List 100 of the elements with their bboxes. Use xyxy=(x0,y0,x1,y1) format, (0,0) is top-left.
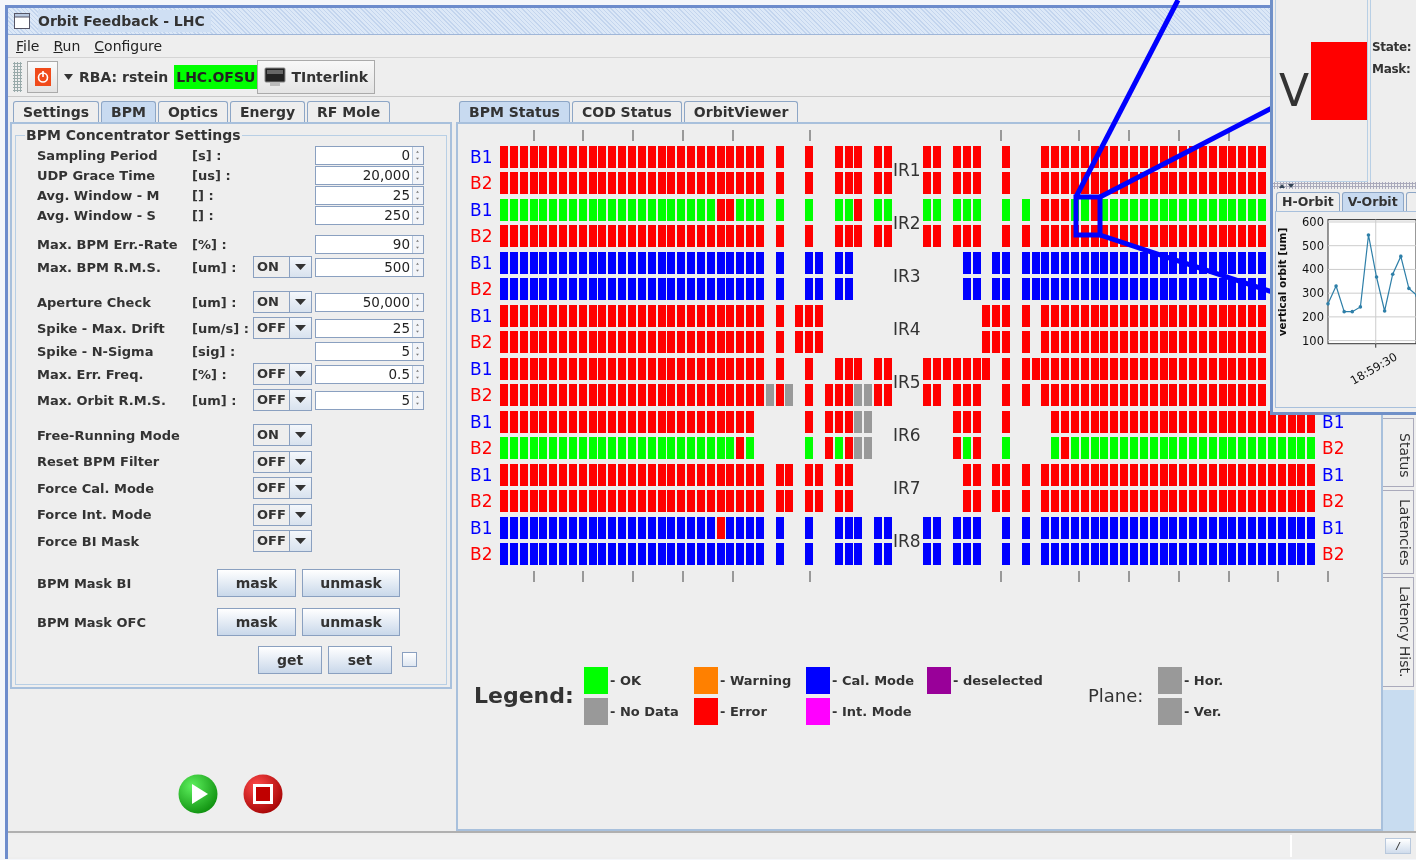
dropdown[interactable]: OFF xyxy=(253,389,312,411)
setting-label: Max. BPM Err.-Rate xyxy=(37,236,179,252)
tab[interactable]: Settings xyxy=(13,101,100,122)
dropdown[interactable]: OFF xyxy=(253,530,312,553)
beam-label: B2 xyxy=(470,384,494,406)
legend-label: - OK xyxy=(610,672,642,688)
setting-label: Aperture Check xyxy=(37,294,152,310)
tick-label: 100 xyxy=(1302,333,1324,348)
dropdown[interactable]: OFF xyxy=(253,363,312,385)
tab[interactable]: BPM Status xyxy=(459,101,570,122)
setting-label: Sampling Period xyxy=(37,147,159,163)
action-button[interactable]: set xyxy=(328,645,392,674)
data-point xyxy=(1390,272,1395,276)
unit-label: [um/s] : xyxy=(192,320,250,336)
setting-label: UDP Grace Time xyxy=(37,167,156,183)
data-point xyxy=(1334,284,1338,288)
mask-button[interactable]: unmask xyxy=(302,569,400,597)
unit-label: [%] : xyxy=(192,236,228,252)
number-spinner[interactable]: 5 xyxy=(315,390,424,410)
menu-item[interactable]: File xyxy=(16,38,40,54)
highlight-outline xyxy=(1073,194,1103,238)
tab[interactable] xyxy=(1405,192,1416,211)
setting-label: BPM Mask OFC xyxy=(37,614,147,630)
dropdown[interactable]: OFF xyxy=(253,450,312,473)
data-point xyxy=(1342,309,1346,314)
play-button[interactable] xyxy=(178,774,218,814)
caret-icon xyxy=(295,432,306,439)
beam-label: B2 xyxy=(470,278,494,300)
tab[interactable]: BPM xyxy=(101,101,156,122)
number-spinner[interactable]: 25 xyxy=(315,318,424,338)
mask-button[interactable]: mask xyxy=(217,608,296,636)
number-spinner[interactable]: 90 xyxy=(315,234,424,254)
dropdown[interactable]: ON xyxy=(253,256,312,278)
unit-label: [%] : xyxy=(192,366,228,382)
power-icon xyxy=(34,68,51,86)
unit-label: [um] : xyxy=(192,392,238,408)
setting-label: Spike - Max. Drift xyxy=(37,320,166,336)
beam-label: B1 xyxy=(470,464,494,486)
tab[interactable]: RF Mole xyxy=(307,101,391,122)
beam-label: B2 xyxy=(470,331,494,353)
sector-label: IR7 xyxy=(893,478,921,498)
data-point xyxy=(1399,254,1403,259)
side-tab[interactable]: Latency Hist. xyxy=(1383,577,1414,687)
legend-label: - No Data xyxy=(610,703,679,719)
mask-button[interactable]: mask xyxy=(217,569,296,597)
legend-label: - Cal. Mode xyxy=(832,672,915,688)
sector-label: IR1 xyxy=(893,160,921,180)
caret-icon[interactable] xyxy=(64,74,73,80)
number-spinner[interactable]: 20,000 xyxy=(315,165,424,185)
power-button[interactable] xyxy=(27,61,58,93)
data-point xyxy=(1407,286,1411,291)
interlink-button[interactable]: TInterlink xyxy=(257,60,376,94)
number-spinner[interactable]: 5 xyxy=(315,341,424,361)
number-spinner[interactable]: 250 xyxy=(315,205,424,225)
legend-label: - Error xyxy=(720,703,767,719)
unit-label: [um] : xyxy=(192,259,238,275)
beam-label: B1 xyxy=(1322,411,1346,433)
side-tab[interactable]: Status xyxy=(1383,418,1414,487)
number-spinner[interactable]: 500 xyxy=(315,257,424,277)
number-spinner[interactable]: 0 xyxy=(315,145,424,165)
number-spinner[interactable]: 25 xyxy=(315,185,424,205)
sector-label: IR6 xyxy=(893,425,921,445)
side-tab[interactable]: Latencies xyxy=(1383,489,1414,575)
checkbox[interactable] xyxy=(402,652,417,667)
dropdown[interactable]: OFF xyxy=(253,503,312,526)
beam-label: B2 xyxy=(1322,543,1346,565)
mask-button[interactable]: unmask xyxy=(302,608,400,636)
unit-label: [] : xyxy=(192,187,215,203)
setting-label: Max. Orbit R.M.S. xyxy=(37,392,167,408)
tab[interactable]: H-Orbit xyxy=(1276,192,1340,211)
corner-button[interactable] xyxy=(1385,838,1411,854)
tab[interactable]: V-Orbit xyxy=(1341,192,1404,211)
setting-label: Force BI Mask xyxy=(37,533,141,549)
number-spinner[interactable]: 0.5 xyxy=(315,364,424,384)
tick-label: 600 xyxy=(1302,214,1324,229)
dropdown[interactable]: OFF xyxy=(253,317,312,339)
caret-icon xyxy=(295,264,306,270)
legend-label: - deselected xyxy=(953,672,1043,688)
collapse-arrows-icon[interactable] xyxy=(1278,182,1296,189)
dropdown[interactable]: ON xyxy=(253,424,312,447)
action-button[interactable]: get xyxy=(258,645,322,674)
setting-label: Max. Err. Freq. xyxy=(37,366,145,382)
dropdown[interactable]: OFF xyxy=(253,477,312,500)
tab[interactable]: Optics xyxy=(157,101,228,122)
menu-item[interactable]: Run xyxy=(53,38,81,54)
tab[interactable]: OrbitViewer xyxy=(683,101,799,122)
setting-label: Force Int. Mode xyxy=(37,507,153,523)
tab[interactable]: Energy xyxy=(230,101,306,122)
sector-label: IR8 xyxy=(893,531,921,551)
toolbar-grip[interactable] xyxy=(13,62,22,92)
unit-label: [us] : xyxy=(192,167,232,183)
legend-label: - Warning xyxy=(720,672,792,688)
menu-item[interactable]: Configure xyxy=(94,38,163,54)
setting-label: BPM Mask BI xyxy=(37,575,133,591)
dropdown[interactable]: ON xyxy=(253,291,312,313)
axis-title: vertical orbit [um] xyxy=(1276,227,1288,337)
number-spinner[interactable]: 50,000 xyxy=(315,292,424,312)
plane-letter: V xyxy=(1279,68,1310,113)
stop-button[interactable] xyxy=(243,774,283,814)
tab[interactable]: COD Status xyxy=(571,101,682,122)
